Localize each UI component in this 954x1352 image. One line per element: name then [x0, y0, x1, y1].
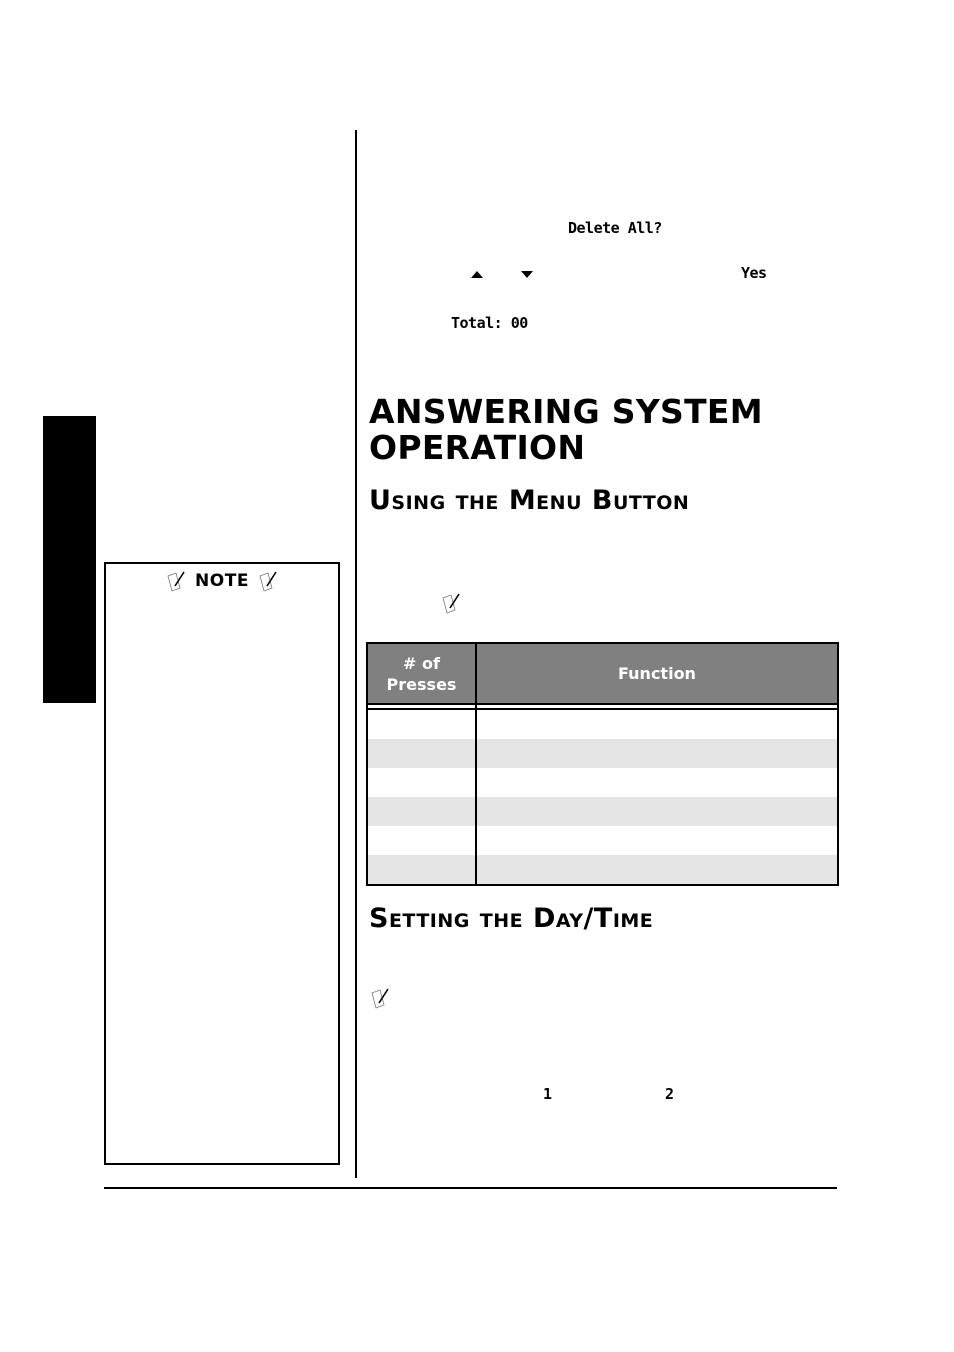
- up-arrow-icon: [471, 271, 483, 278]
- table-row: [367, 709, 838, 739]
- table-row: [367, 855, 838, 885]
- presses-cell: [367, 797, 477, 826]
- column-divider: [355, 130, 357, 1178]
- function-cell: [476, 826, 838, 855]
- menu-presses-table: # of Presses Function: [366, 642, 839, 886]
- section-heading-day-time: Setting the Day/Time: [369, 903, 654, 934]
- column-header-presses-line2: Presses: [386, 674, 457, 694]
- page-title: ANSWERING SYSTEM OPERATION: [369, 394, 763, 466]
- table-row: [367, 739, 838, 768]
- section-tab-marker: [43, 416, 96, 703]
- table-row: [367, 768, 838, 797]
- function-cell: [476, 709, 838, 739]
- page-title-line2: OPERATION: [369, 428, 586, 467]
- column-header-presses-line1: # of: [403, 653, 440, 673]
- function-cell: [476, 739, 838, 768]
- note-title: NOTE: [195, 571, 249, 591]
- note-pencil-icon: [371, 988, 389, 1009]
- column-header-function: Function: [476, 643, 838, 705]
- column-header-presses: # of Presses: [367, 643, 477, 705]
- lcd-digit-one: 1: [543, 1085, 552, 1103]
- note-pencil-icon: [259, 571, 277, 592]
- footer-rule: [104, 1187, 837, 1189]
- table-row: [367, 797, 838, 826]
- presses-cell: [367, 855, 477, 885]
- page-title-line1: ANSWERING SYSTEM: [369, 392, 763, 431]
- lcd-delete-all-prompt: Delete All?: [568, 219, 662, 237]
- down-arrow-icon: [521, 271, 533, 278]
- lcd-digit-two: 2: [665, 1085, 674, 1103]
- presses-cell: [367, 768, 477, 797]
- function-cell: [476, 797, 838, 826]
- presses-cell: [367, 826, 477, 855]
- function-cell: [476, 768, 838, 797]
- presses-cell: [367, 709, 477, 739]
- note-header: NOTE: [106, 570, 338, 592]
- lcd-yes-option: Yes: [741, 264, 767, 282]
- note-pencil-icon: [167, 571, 185, 592]
- section-heading-menu-button: Using the Menu Button: [369, 485, 690, 516]
- table-row: [367, 826, 838, 855]
- presses-cell: [367, 739, 477, 768]
- lcd-total-readout: Total: 00: [451, 314, 528, 332]
- function-cell: [476, 855, 838, 885]
- table-header-row: # of Presses Function: [367, 643, 838, 705]
- note-pencil-icon: [442, 593, 460, 614]
- note-sidebar-box: NOTE: [104, 562, 340, 1165]
